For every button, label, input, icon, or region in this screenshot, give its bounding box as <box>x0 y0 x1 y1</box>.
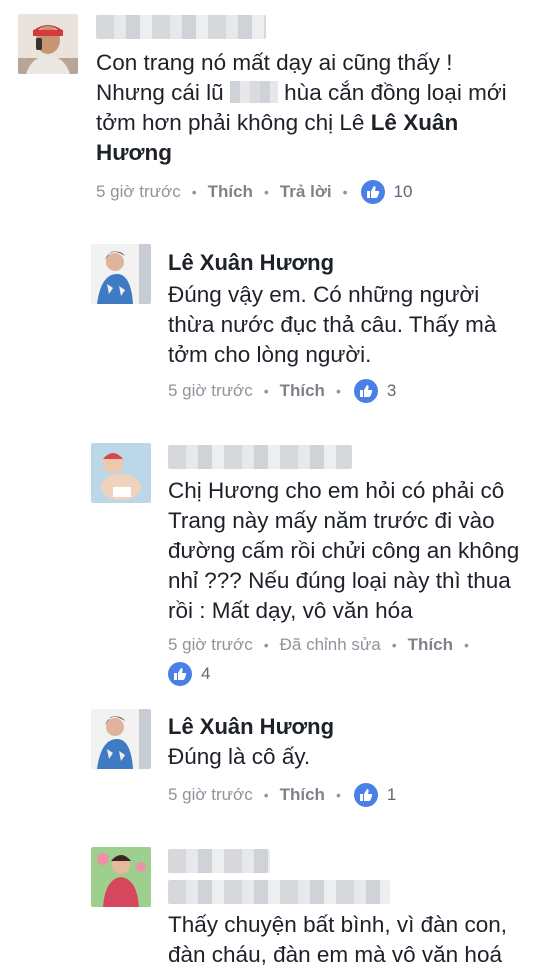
timestamp[interactable]: 5 giờ trước <box>168 381 253 401</box>
like-button[interactable]: Thích <box>408 635 453 655</box>
comment-meta: 5 giờ trước • Thích • 1 <box>168 783 396 807</box>
blurred-author-name[interactable] <box>168 849 270 873</box>
blurred-author-name-2[interactable] <box>168 880 390 904</box>
comment-text: Đúng vậy em. Có những người thừa nước đụ… <box>168 282 497 367</box>
comment-text: Con trang nó mất dạy ai cũng thấy ! Nhưn… <box>96 50 507 165</box>
like-button[interactable]: Thích <box>280 381 325 401</box>
comment-meta: 5 giờ trước • Đã chỉnh sửa • Thích • <box>168 635 469 655</box>
avatar[interactable] <box>91 244 151 304</box>
reaction-count[interactable]: 1 <box>387 785 396 805</box>
comment-meta: 5 giờ trước • Thích • Trả lời • 10 <box>96 180 412 204</box>
reply-button[interactable]: Trả lời <box>280 182 332 202</box>
comment-meta: 5 giờ trước • Thích • 3 <box>168 379 396 403</box>
thumbs-up-icon[interactable] <box>353 783 378 807</box>
timestamp[interactable]: 5 giờ trước <box>96 182 181 202</box>
comment-text: Chị Hương cho em hỏi có phải cô Trang nà… <box>168 478 520 623</box>
timestamp[interactable]: 5 giờ trước <box>168 785 253 805</box>
reaction-count[interactable]: 4 <box>201 664 210 684</box>
thumbs-up-icon[interactable] <box>168 662 192 686</box>
blurred-author-name[interactable] <box>168 445 352 469</box>
reaction-row: 4 <box>166 662 210 686</box>
avatar[interactable] <box>18 14 78 74</box>
blurred-author-name[interactable] <box>96 15 266 39</box>
blurred-word <box>229 81 278 103</box>
comment-text: Thấy chuyện bất bình, vì đàn con, đàn ch… <box>168 912 507 967</box>
reaction-count[interactable]: 10 <box>394 182 413 202</box>
reaction-count[interactable]: 3 <box>387 381 396 401</box>
thumbs-up-icon[interactable] <box>353 379 378 403</box>
thumbs-up-icon[interactable] <box>360 180 385 204</box>
author-name[interactable]: Lê Xuân Hương <box>168 250 334 276</box>
timestamp[interactable]: 5 giờ trước <box>168 635 253 655</box>
avatar[interactable] <box>91 847 151 907</box>
like-button[interactable]: Thích <box>280 785 325 805</box>
author-name[interactable]: Lê Xuân Hương <box>168 714 334 740</box>
avatar[interactable] <box>91 709 151 769</box>
edited-label[interactable]: Đã chỉnh sửa <box>280 635 381 655</box>
like-button[interactable]: Thích <box>208 182 253 202</box>
avatar[interactable] <box>91 443 151 503</box>
comment-text: Đúng là cô ấy. <box>168 744 311 769</box>
